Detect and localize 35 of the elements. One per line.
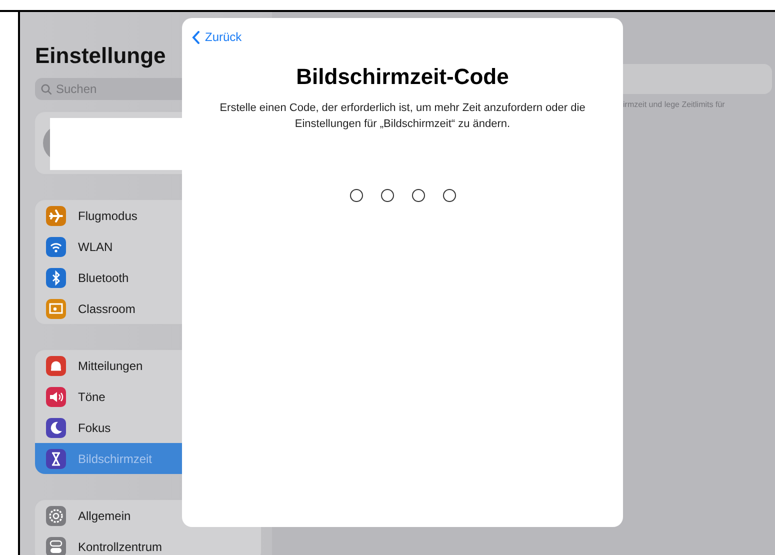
settings-item-label: Töne [78, 390, 106, 404]
chevron-left-icon [192, 30, 200, 44]
bluetooth-icon [46, 268, 66, 288]
hourglass-icon [46, 448, 66, 468]
settings-item-label: WLAN [78, 240, 113, 254]
settings-item-label: Bluetooth [78, 270, 129, 284]
settings-item[interactable]: Classroom [35, 293, 261, 324]
settings-item[interactable]: Mitteilungen [35, 350, 261, 381]
airplane-icon [46, 206, 66, 226]
wifi-icon [46, 236, 66, 256]
settings-item-label: Allgemein [78, 508, 131, 522]
speaker-icon [46, 386, 66, 406]
settings-item[interactable]: WLAN [35, 231, 261, 262]
gear-icon [46, 506, 66, 526]
settings-item-label: Classroom [78, 302, 136, 316]
settings-item[interactable]: Bluetooth [35, 262, 261, 293]
settings-item-label: Kontrollzentrum [78, 540, 162, 554]
settings-item-label: Mitteilungen [78, 358, 143, 372]
dialog-message: Erstelle einen Code, der erforderlich ist, um mehr Zeit anzufordern oder die Einstellungen für „Bildschirmzeit“ zu ändern. [218, 101, 586, 132]
settings-item[interactable]: Flugmodus [35, 200, 261, 231]
dialog-title: Bildschirmzeit-Code [296, 64, 509, 90]
presentation-icon [46, 298, 66, 318]
moon-icon [46, 418, 66, 438]
description-text: irmzeit und lege Zeitlimits für [623, 100, 726, 109]
settings-item[interactable]: Allgemein [35, 500, 261, 531]
toggle-icon [46, 536, 66, 555]
settings-item[interactable]: Fokus [35, 412, 261, 443]
bell-icon [46, 356, 66, 376]
settings-item-label: Flugmodus [78, 208, 138, 222]
back-button[interactable]: Zurück [192, 30, 242, 44]
settings-item-label: Fokus [78, 420, 111, 434]
settings-item-label: Bildschirmzeit [78, 452, 152, 466]
settings-item[interactable]: Kontrollzentrum [35, 531, 261, 555]
settings-item[interactable]: Töne [35, 381, 261, 412]
settings-title: Einstellunge [35, 44, 167, 68]
